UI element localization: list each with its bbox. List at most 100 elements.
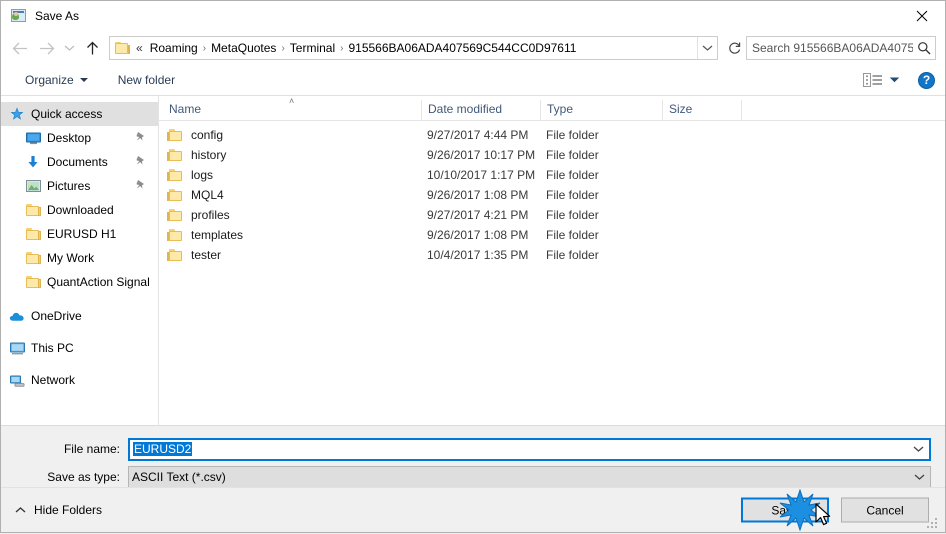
filetype-dropdown-button[interactable] xyxy=(908,467,930,488)
table-row[interactable]: templates 9/26/2017 1:08 PM File folder xyxy=(159,225,945,245)
refresh-button[interactable] xyxy=(724,37,746,59)
search-input[interactable]: Search 915566BA06ADA40756... xyxy=(746,36,936,60)
folder-icon xyxy=(115,41,131,55)
breadcrumb-item-terminal[interactable]: Terminal xyxy=(286,41,339,55)
sidebar-item-label: EURUSD H1 xyxy=(47,227,117,241)
new-folder-label: New folder xyxy=(117,73,176,87)
filetype-select[interactable]: ASCII Text (*.csv) xyxy=(128,465,931,489)
file-type: File folder xyxy=(546,188,599,202)
table-row[interactable]: config 9/27/2017 4:44 PM File folder xyxy=(159,125,945,145)
table-row[interactable]: history 9/26/2017 10:17 PM File folder xyxy=(159,145,945,165)
save-button[interactable]: Save xyxy=(741,497,829,523)
forward-button[interactable] xyxy=(33,35,59,61)
arrow-right-icon xyxy=(39,42,54,54)
sidebar-item-label: Network xyxy=(31,373,76,387)
sidebar-item-label: Desktop xyxy=(47,131,92,145)
file-type: File folder xyxy=(546,248,599,262)
folder-icon xyxy=(166,149,184,161)
folder-icon xyxy=(25,274,41,290)
filename-input[interactable]: EURUSD2 xyxy=(128,437,931,461)
folder-icon xyxy=(166,189,184,201)
file-list: ˄ Name Date modified Type Size config 9/… xyxy=(159,96,945,425)
chevron-up-icon xyxy=(15,507,26,513)
view-dropdown-button[interactable] xyxy=(889,76,900,84)
cancel-button[interactable]: Cancel xyxy=(841,497,929,523)
dialog-body: Quick access Desktop Documents Pictures … xyxy=(1,95,945,425)
table-row[interactable]: tester 10/4/2017 1:35 PM File folder xyxy=(159,245,945,265)
file-type: File folder xyxy=(546,228,599,242)
address-bar[interactable]: « Roaming › MetaQuotes › Terminal › 9155… xyxy=(109,36,718,60)
change-view-button[interactable] xyxy=(863,72,883,88)
file-name: templates xyxy=(191,228,244,242)
column-header-filler xyxy=(741,100,945,120)
search-icon xyxy=(913,41,935,55)
toolbar-right-group: ? xyxy=(863,65,935,95)
help-label: ? xyxy=(922,73,931,87)
organize-button[interactable]: Organize xyxy=(17,69,96,91)
save-label: Save xyxy=(771,503,799,517)
sidebar-item-network[interactable]: Network xyxy=(1,368,158,392)
sidebar-item-label: This PC xyxy=(31,341,74,355)
sidebar-item-downloaded[interactable]: Downloaded xyxy=(1,198,158,222)
folder-icon xyxy=(25,250,41,266)
close-button[interactable] xyxy=(899,1,945,31)
filename-value: EURUSD2 xyxy=(133,442,193,456)
breadcrumb-overflow[interactable]: « xyxy=(134,41,146,55)
up-button[interactable] xyxy=(79,35,105,61)
dialog-footer: Hide Folders Save Cancel xyxy=(1,487,945,532)
file-type: File folder xyxy=(546,148,599,162)
hide-folders-button[interactable]: Hide Folders xyxy=(15,503,102,517)
chevron-down-icon xyxy=(79,78,88,82)
table-row[interactable]: logs 10/10/2017 1:17 PM File folder xyxy=(159,165,945,185)
arrow-up-icon xyxy=(86,41,98,54)
table-row[interactable]: MQL4 9/26/2017 1:08 PM File folder xyxy=(159,185,945,205)
organize-label: Organize xyxy=(25,73,74,87)
sidebar-item-my-work[interactable]: My Work xyxy=(1,246,158,270)
sidebar-item-onedrive[interactable]: OneDrive xyxy=(1,304,158,328)
window-title: Save As xyxy=(35,9,80,23)
sidebar-item-label: Downloaded xyxy=(47,203,114,217)
column-header-type[interactable]: Type xyxy=(540,100,662,120)
sidebar-item-this-pc[interactable]: This PC xyxy=(1,336,158,360)
filename-value-wrap: EURUSD2 xyxy=(130,442,907,456)
file-name: logs xyxy=(191,168,214,182)
address-dropdown-button[interactable] xyxy=(697,37,717,59)
chevron-down-icon xyxy=(889,77,900,83)
close-icon xyxy=(916,10,928,22)
onedrive-cloud-icon xyxy=(9,308,25,324)
breadcrumb: « Roaming › MetaQuotes › Terminal › 9155… xyxy=(134,41,697,55)
navigation-bar: « Roaming › MetaQuotes › Terminal › 9155… xyxy=(1,31,945,65)
breadcrumb-item-terminal-id[interactable]: 915566BA06ADA407569C544CC0D97611 xyxy=(344,41,580,55)
list-view-icon xyxy=(863,72,882,87)
file-type: File folder xyxy=(546,168,599,182)
file-name: tester xyxy=(191,248,222,262)
command-toolbar: Organize New folder ? xyxy=(1,65,945,95)
column-header-date-modified[interactable]: Date modified xyxy=(421,100,540,120)
sidebar-item-quantaction-signal[interactable]: QuantAction Signal xyxy=(1,270,158,294)
breadcrumb-item-metaquotes[interactable]: MetaQuotes xyxy=(207,41,280,55)
title-bar: Save As xyxy=(1,1,945,31)
file-date-modified: 9/26/2017 1:08 PM xyxy=(427,188,529,202)
sidebar-item-label: Documents xyxy=(47,155,108,169)
sidebar-item-quick-access[interactable]: Quick access xyxy=(1,102,158,126)
sidebar-item-eurusd-h1[interactable]: EURUSD H1 xyxy=(1,222,158,246)
new-folder-button[interactable]: New folder xyxy=(110,69,183,91)
recent-locations-button[interactable] xyxy=(59,35,79,61)
filename-dropdown-button[interactable] xyxy=(907,440,929,459)
sidebar-item-pictures[interactable]: Pictures xyxy=(1,174,158,198)
filetype-value: ASCII Text (*.csv) xyxy=(132,470,226,484)
sidebar-item-desktop[interactable]: Desktop xyxy=(1,126,158,150)
back-button[interactable] xyxy=(7,35,33,61)
documents-download-icon xyxy=(25,154,41,170)
pin-icon xyxy=(135,155,146,169)
file-name: history xyxy=(191,148,227,162)
filename-label: File name: xyxy=(63,442,120,456)
filetype-label: Save as type: xyxy=(47,470,120,484)
breadcrumb-item-roaming[interactable]: Roaming xyxy=(146,41,202,55)
sidebar-item-documents[interactable]: Documents xyxy=(1,150,158,174)
chevron-down-icon xyxy=(702,45,713,51)
resize-grip-icon[interactable] xyxy=(927,516,939,528)
table-row[interactable]: profiles 9/27/2017 4:21 PM File folder xyxy=(159,205,945,225)
column-header-size[interactable]: Size xyxy=(662,100,741,120)
help-icon[interactable]: ? xyxy=(918,71,935,89)
